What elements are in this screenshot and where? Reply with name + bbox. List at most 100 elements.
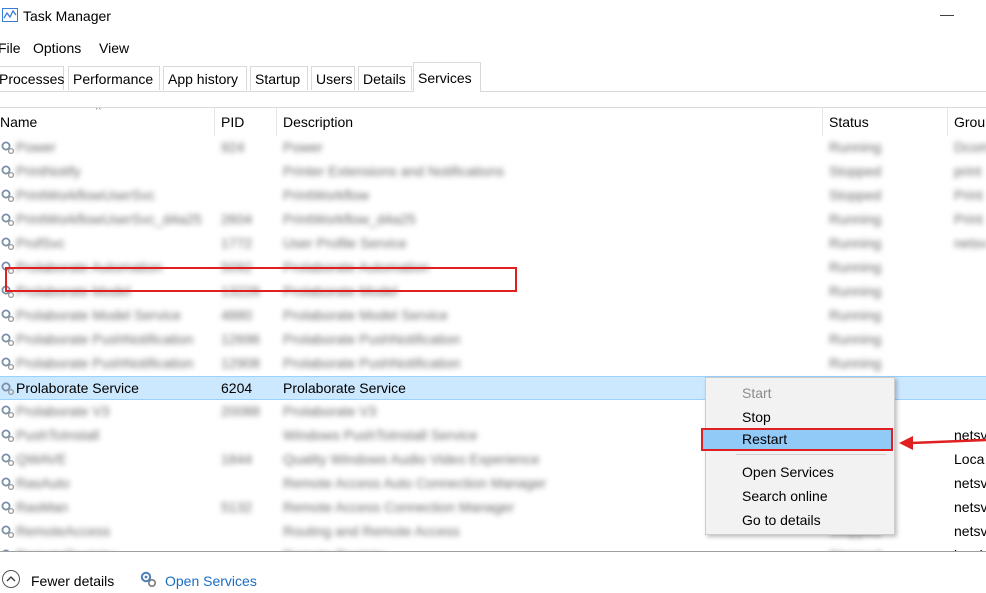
service-pid: 12696 [221,331,260,347]
minimize-button[interactable]: — [940,6,954,22]
service-gear-icon [1,333,14,346]
service-description: Prolaborate PushNotification [283,331,461,347]
service-name: Prolaborate V3 [16,403,110,419]
service-group: local [954,547,983,551]
service-description: Printer Extensions and Notifications [283,163,504,179]
service-gear-icon [1,477,14,490]
service-pid: 4880 [221,307,253,323]
tab-strip: Processes Performance App history Startu… [0,61,986,92]
context-menu-search-online[interactable]: Search online [706,485,892,508]
service-group: Print [954,187,983,203]
service-status: Stopped [829,547,881,551]
tab-users[interactable]: Users [311,66,355,90]
context-menu-label: Go to details [742,512,821,528]
service-gear-icon [1,237,14,250]
menu-options[interactable]: Options [33,40,81,56]
tab-app-history[interactable]: App history [163,66,247,90]
service-name: ProfSvc [16,235,66,251]
table-row[interactable]: PrintNotify Printer Extensions and Notifi… [0,160,986,184]
service-name: RemoteRegistry [16,547,116,551]
menu-file[interactable]: File [0,40,21,56]
service-group: netsv [954,235,986,251]
service-status: Stopped [829,187,882,203]
column-divider[interactable] [214,108,215,136]
service-group: Loca [954,451,985,467]
service-description: User Profile Service [283,235,407,251]
table-row[interactable]: PrintWorkflowUserSvc_d4a25 2604 PrintWorkf… [0,208,986,232]
service-description: Quality Windows Audio Video Experience [283,451,540,467]
service-description: Prolaborate V3 [283,403,377,419]
selected-service-highlight [5,267,517,292]
title-bar: Task Manager — [0,0,986,34]
column-divider[interactable] [276,108,277,136]
tab-startup[interactable]: Startup [250,66,308,90]
context-menu-label: Restart [742,431,788,447]
tab-services[interactable]: Services [413,62,481,92]
service-description: PrintWorkflow [283,187,370,203]
service-pid: 1772 [221,235,253,251]
table-row[interactable]: PrintWorkflowUserSvc PrintWorkflow Stopped… [0,184,986,208]
context-menu-restart[interactable]: Restart [701,428,893,451]
service-gear-icon [1,357,14,370]
service-pid: 924 [221,139,245,155]
service-name: Power [16,139,56,155]
context-menu-go-to-details[interactable]: Go to details [706,509,892,532]
service-pid: 20088 [221,403,260,419]
column-header-group[interactable]: Grou [954,114,985,130]
service-gear-icon [1,309,14,322]
context-menu-open-services[interactable]: Open Services [706,461,892,484]
table-header: ^ Name PID Description Status Grou [0,108,986,136]
column-divider[interactable] [947,108,948,136]
service-gear-icon [1,213,14,226]
tab-processes[interactable]: Processes [0,66,64,90]
service-status: Stopped [829,163,882,179]
table-row[interactable]: ProfSvc 1772 User Profile Service Running ne… [0,232,986,256]
column-header-description[interactable]: Description [283,114,353,130]
service-name: RemoteAccess [16,523,111,539]
service-name: Prolaborate Service [16,380,139,396]
service-description: Remote Access Connection Manager [283,499,515,515]
service-gear-icon [1,429,14,442]
context-menu-stop[interactable]: Stop [706,406,892,429]
footer: Fewer details Open Services [0,568,986,593]
service-gear-icon [1,501,14,514]
service-group: Dcom [954,139,986,155]
tab-details[interactable]: Details [358,66,412,90]
service-gear-icon [1,165,14,178]
service-gear-icon [1,525,14,538]
service-group: Print [954,211,983,227]
service-status: Running [829,355,882,371]
table-row[interactable]: Prolaborate PushNotification 12908 Prolabo… [0,352,986,376]
column-header-pid[interactable]: PID [221,114,244,130]
service-description: Prolaborate Model Service [283,307,448,323]
open-services-label: Open Services [165,573,257,589]
column-header-status[interactable]: Status [829,114,869,130]
service-description: Routing and Remote Access [283,523,460,539]
task-manager-icon [2,8,18,22]
service-name: PrintWorkflowUserSvc [16,187,155,203]
tab-performance[interactable]: Performance [68,66,160,90]
menu-view[interactable]: View [99,40,129,56]
service-status: Running [829,307,882,323]
service-name: Prolaborate PushNotification [16,355,194,371]
service-group: netsv [954,475,986,491]
service-status: Running [829,283,882,299]
context-menu-start[interactable]: Start [706,382,892,405]
service-status: Running [829,331,882,347]
column-divider[interactable] [822,108,823,136]
table-row[interactable]: Prolaborate Model Service 4880 Prolaborate… [0,304,986,328]
chevron-up-icon [2,570,20,588]
context-menu-label: Start [742,385,772,401]
service-status: Running [829,139,882,155]
service-name: RasMan [16,499,69,515]
service-name: QWAVE [16,451,67,467]
service-description: Windows PushToInstall Service [283,427,478,443]
service-description: Remote Access Auto Connection Manager [283,475,547,491]
service-description: PrintWorkflow_d4a25 [283,211,416,227]
service-status: Running [829,211,882,227]
table-row[interactable]: RemoteRegistry Remote Registry Stopped loca… [0,544,986,551]
context-menu-separator [736,454,886,455]
table-row[interactable]: Power 924 Power Running Dcom [0,136,986,160]
column-header-name[interactable]: Name [0,114,37,130]
table-row[interactable]: Prolaborate PushNotification 12696 Prolabo… [0,328,986,352]
